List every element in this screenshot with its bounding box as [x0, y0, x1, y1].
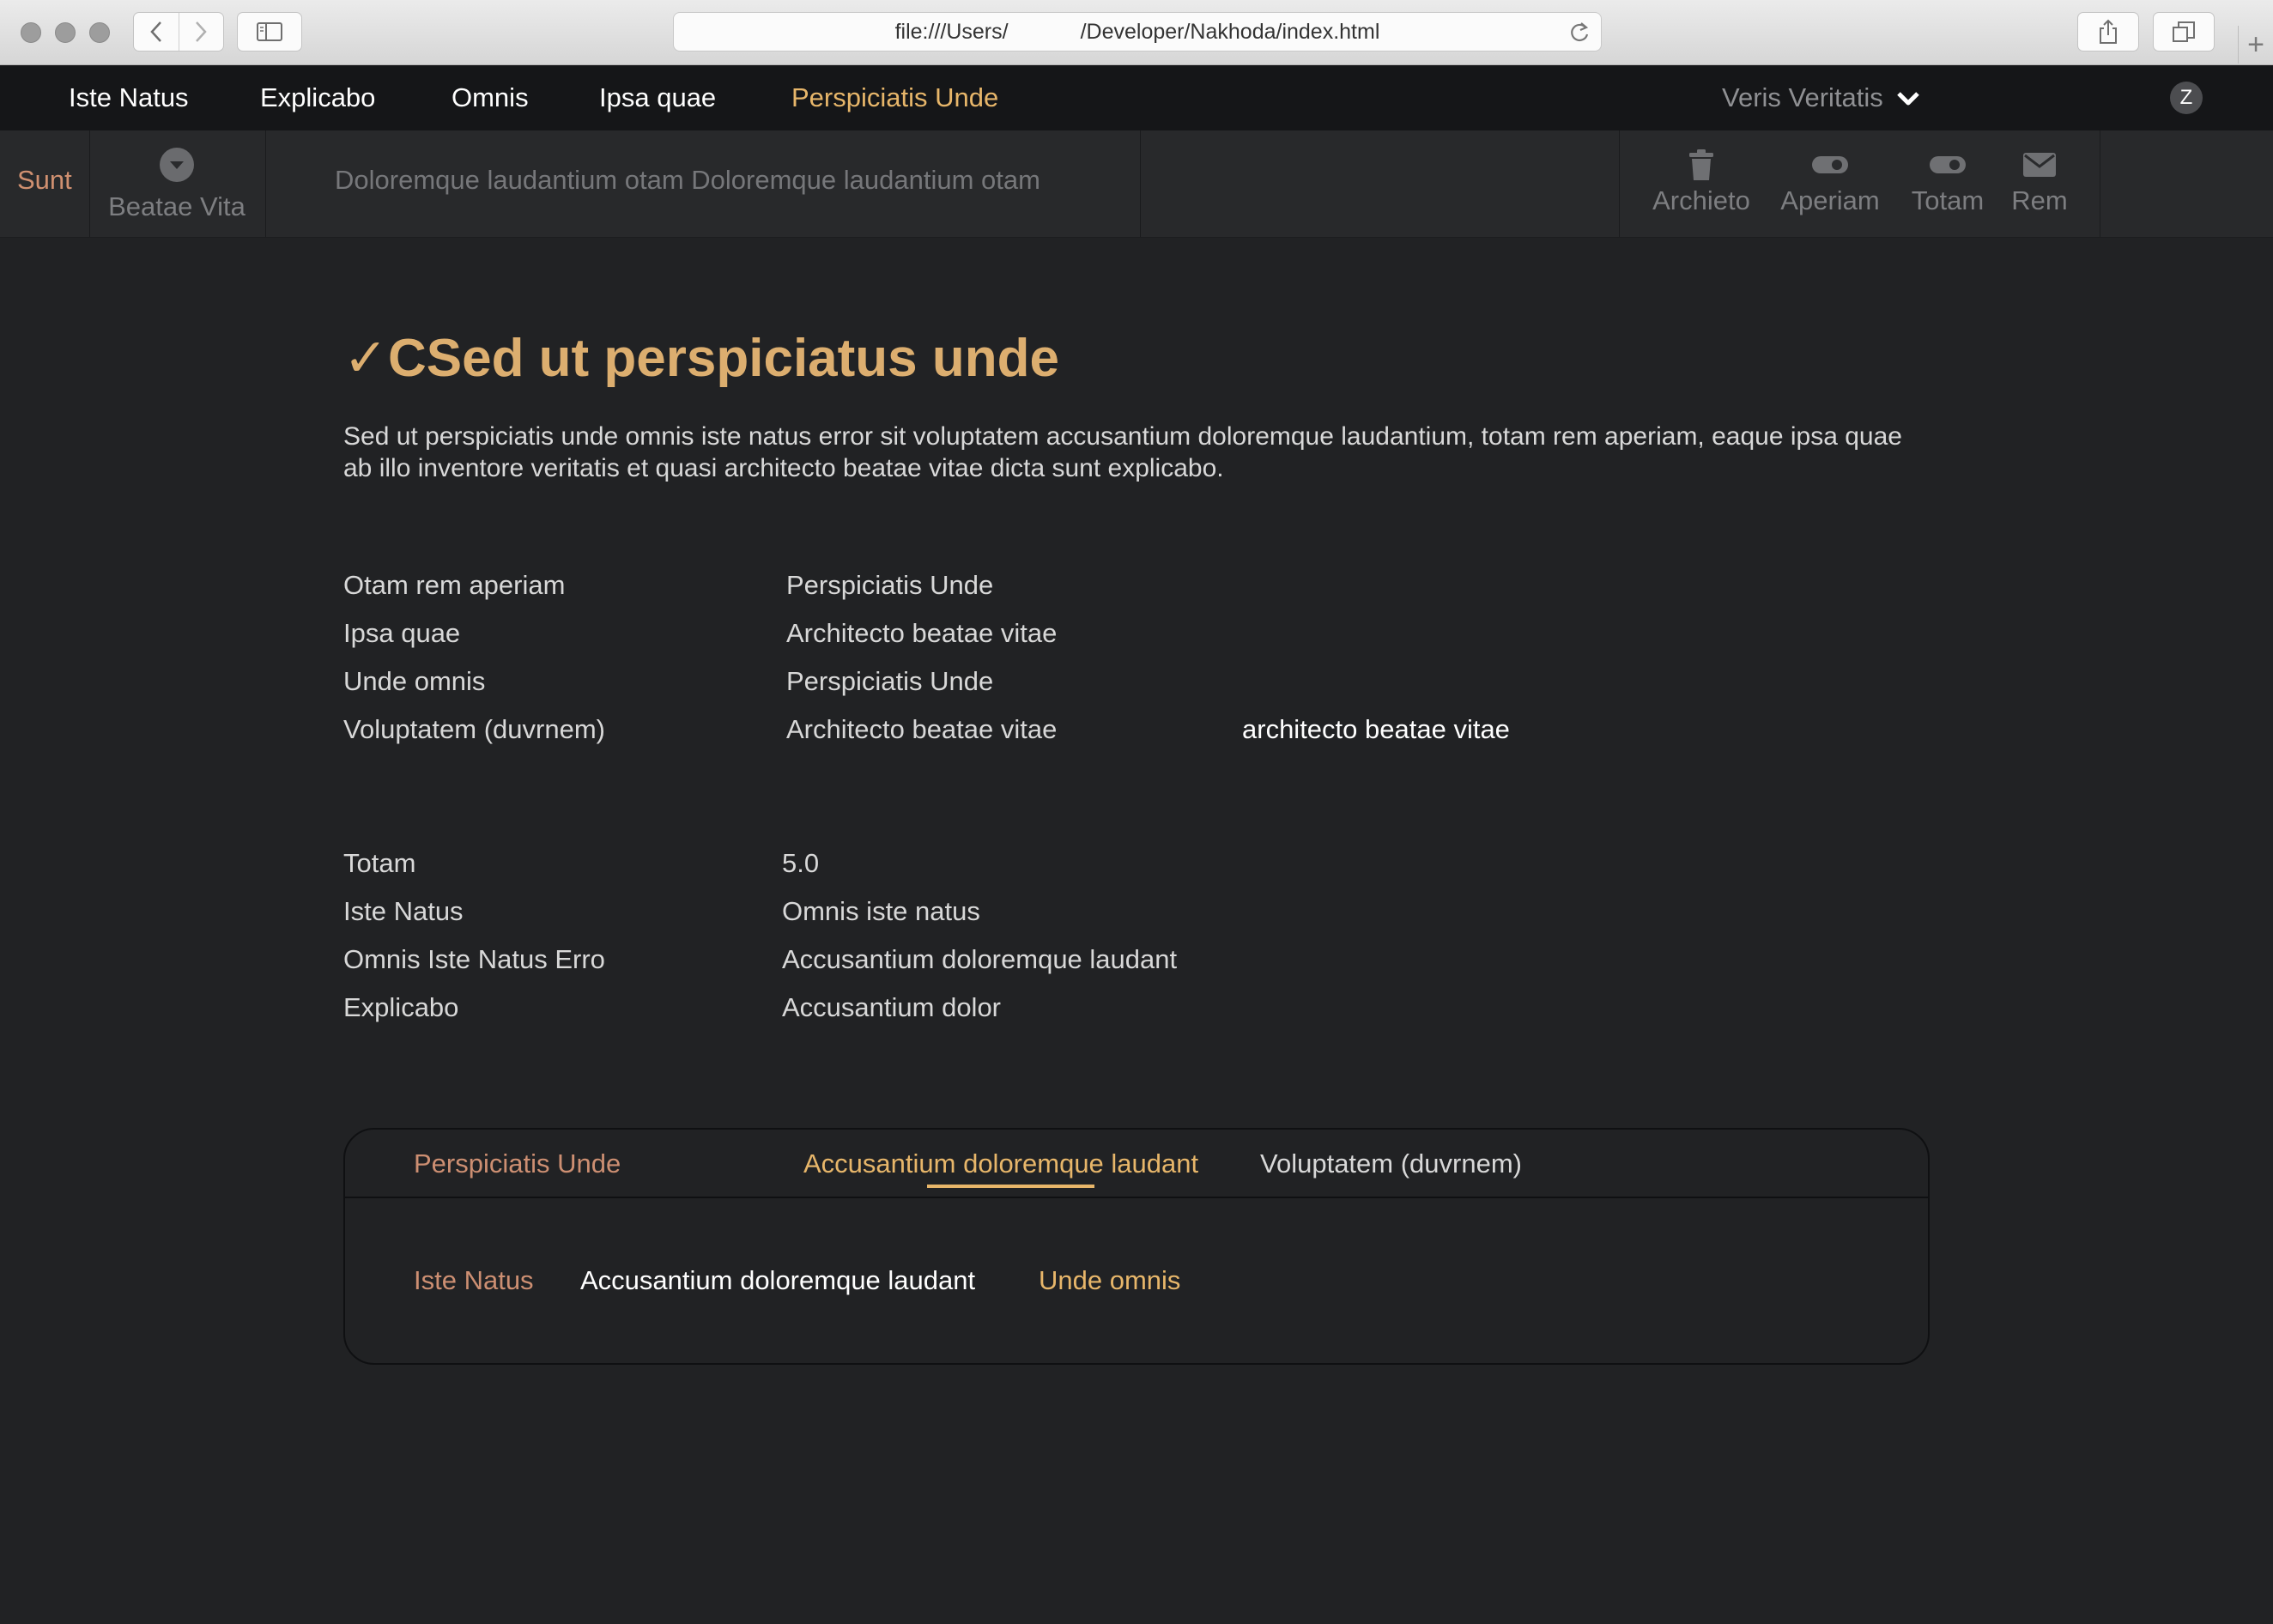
- detail-label: Explicabo: [343, 992, 459, 1022]
- user-menu[interactable]: Veris Veritatis: [1722, 65, 1921, 130]
- chevron-right-icon: [196, 21, 207, 42]
- rem-label: Rem: [2011, 185, 2068, 215]
- tab-body-link-unde-omnis[interactable]: Unde omnis: [1039, 1265, 1180, 1296]
- tab-voluptatem[interactable]: Voluptatem (duvrnem): [1260, 1148, 1522, 1179]
- divider: [265, 130, 266, 237]
- minimize-window-button[interactable]: [55, 22, 76, 43]
- divider: [1619, 130, 1620, 237]
- forward-button[interactable]: [179, 13, 224, 51]
- nav-item-omnis[interactable]: Omnis: [452, 65, 529, 130]
- nav-item-explicabo[interactable]: Explicabo: [260, 65, 375, 130]
- user-menu-label: Veris Veritatis: [1722, 82, 1883, 112]
- share-icon: [2100, 19, 2117, 44]
- tab-body-link-iste-natus[interactable]: Iste Natus: [414, 1265, 534, 1296]
- detail-value: 5.0: [782, 848, 820, 878]
- top-navigation: Iste Natus Explicabo Omnis Ipsa quae Per…: [0, 65, 2273, 131]
- aperiam-label: Aperiam: [1780, 185, 1880, 215]
- totam-label: Totam: [1911, 185, 1985, 215]
- close-window-button[interactable]: [21, 22, 41, 43]
- detail-label: Voluptatem (duvrnem): [343, 714, 605, 744]
- tab-body-text: Accusantium doloremque laudant: [580, 1265, 976, 1295]
- checkmark-icon: ✓: [343, 329, 388, 388]
- nav-item-perspiciatis-unde[interactable]: Perspiciatis Unde: [791, 65, 998, 130]
- detail-value: Perspiciatis Unde: [786, 666, 994, 696]
- detail-label: Ipsa quae: [343, 618, 461, 648]
- trash-icon: [1689, 149, 1713, 180]
- url-suffix: /Developer/Nakhoda/index.html: [1080, 19, 1380, 44]
- page-title-text: CSed ut perspiciatus unde: [387, 329, 1059, 388]
- chevron-left-icon: [150, 21, 161, 42]
- detail-label: Otam rem aperiam: [343, 570, 566, 600]
- detail-value: Omnis iste natus: [782, 896, 980, 926]
- mail-icon: [2023, 153, 2056, 177]
- detail-label: Unde omnis: [343, 666, 486, 696]
- tab-perspiciatis-unde[interactable]: Perspiciatis Unde: [414, 1148, 621, 1179]
- detail-value: Perspiciatis Unde: [786, 570, 994, 600]
- aperiam-button[interactable]: Aperiam: [1775, 148, 1885, 216]
- detail-value: Accusantium dolor: [782, 992, 1002, 1022]
- nav-item-iste-natus[interactable]: Iste Natus: [69, 65, 189, 130]
- archieto-label: Archieto: [1652, 185, 1750, 215]
- browser-toolbar: file:///Users/ /Developer/Nakhoda/index.h…: [0, 0, 2273, 65]
- toolbar-sunt-button[interactable]: Sunt: [17, 165, 72, 196]
- tabs-overview-button[interactable]: [2153, 12, 2215, 52]
- search-input[interactable]: Doloremque laudantium otam Doloremque la…: [335, 165, 1040, 196]
- divider: [1140, 130, 1141, 237]
- detail-label: Totam: [343, 848, 416, 878]
- sidebar-icon: [257, 22, 282, 41]
- detail-label: Iste Natus: [343, 896, 464, 926]
- action-toolbar: Sunt Beatae Vita Doloremque laudantium o…: [0, 130, 2273, 238]
- totam-button[interactable]: Totam: [1906, 148, 1990, 216]
- detail-value: Architecto beatae vitae: [786, 714, 1058, 744]
- tab-accusantium[interactable]: Accusantium doloremque laudant: [803, 1148, 1198, 1179]
- toggle-icon: [1930, 156, 1966, 173]
- detail-extra-value: architecto beatae vitae: [1242, 714, 1510, 744]
- detail-label: Omnis Iste Natus Erro: [343, 944, 605, 974]
- tab-panel: Perspiciatis Unde Accusantium doloremque…: [343, 1128, 1930, 1365]
- nav-item-ipsa-quae[interactable]: Ipsa quae: [599, 65, 716, 130]
- page-description: Sed ut perspiciatis unde omnis iste natu…: [343, 422, 1902, 482]
- beatae-dropdown-label: Beatae Vita: [108, 191, 245, 221]
- active-tab-indicator: [927, 1185, 1094, 1188]
- toggle-icon: [1812, 156, 1848, 173]
- divider: [89, 130, 90, 237]
- detail-value: Architecto beatae vitae: [786, 618, 1058, 648]
- rem-button[interactable]: Rem: [2005, 148, 2074, 216]
- detail-value: Accusantium doloremque laudant: [782, 944, 1178, 974]
- share-button[interactable]: [2077, 12, 2139, 52]
- beatae-dropdown[interactable]: Beatae Vita: [91, 148, 263, 222]
- zoom-window-button[interactable]: [89, 22, 110, 43]
- chevron-down-icon: [1897, 92, 1920, 106]
- page-title: ✓CSed ut perspiciatus unde: [343, 326, 1059, 389]
- avatar[interactable]: Z: [2170, 82, 2203, 114]
- address-bar[interactable]: file:///Users/ /Developer/Nakhoda/index.h…: [673, 12, 1602, 52]
- tab-bar: Perspiciatis Unde Accusantium doloremque…: [345, 1130, 1928, 1198]
- history-nav: [133, 12, 224, 52]
- url-prefix: file:///Users/: [894, 19, 1009, 44]
- reload-icon[interactable]: [1568, 21, 1591, 45]
- sidebar-toggle-button[interactable]: [237, 12, 302, 52]
- new-tab-button[interactable]: +: [2238, 26, 2273, 64]
- tabs-icon: [2173, 21, 2195, 42]
- back-button[interactable]: [134, 13, 179, 51]
- dropdown-circle-icon: [160, 148, 194, 182]
- archieto-button[interactable]: Archieto: [1648, 148, 1755, 216]
